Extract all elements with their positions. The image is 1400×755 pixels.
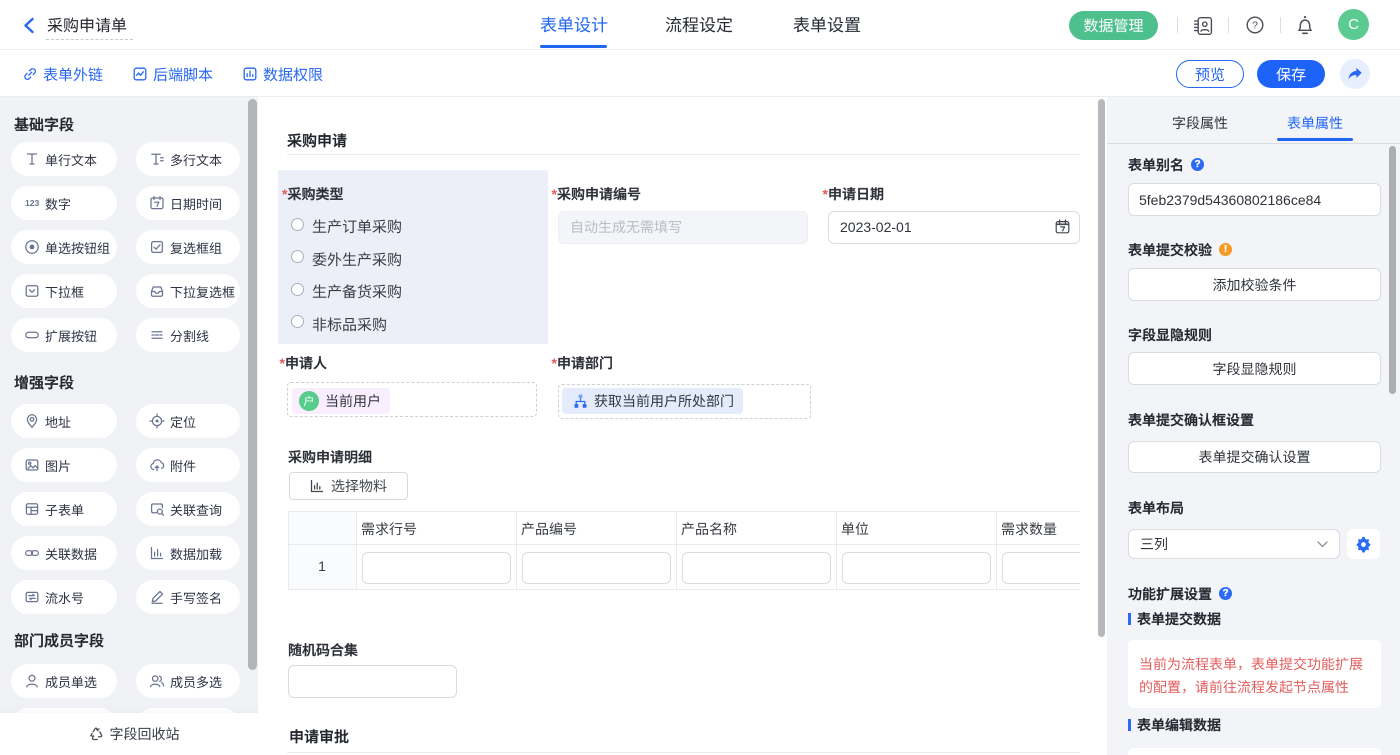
svg-text:123: 123 bbox=[25, 198, 39, 208]
svg-text:?: ? bbox=[1252, 20, 1258, 32]
